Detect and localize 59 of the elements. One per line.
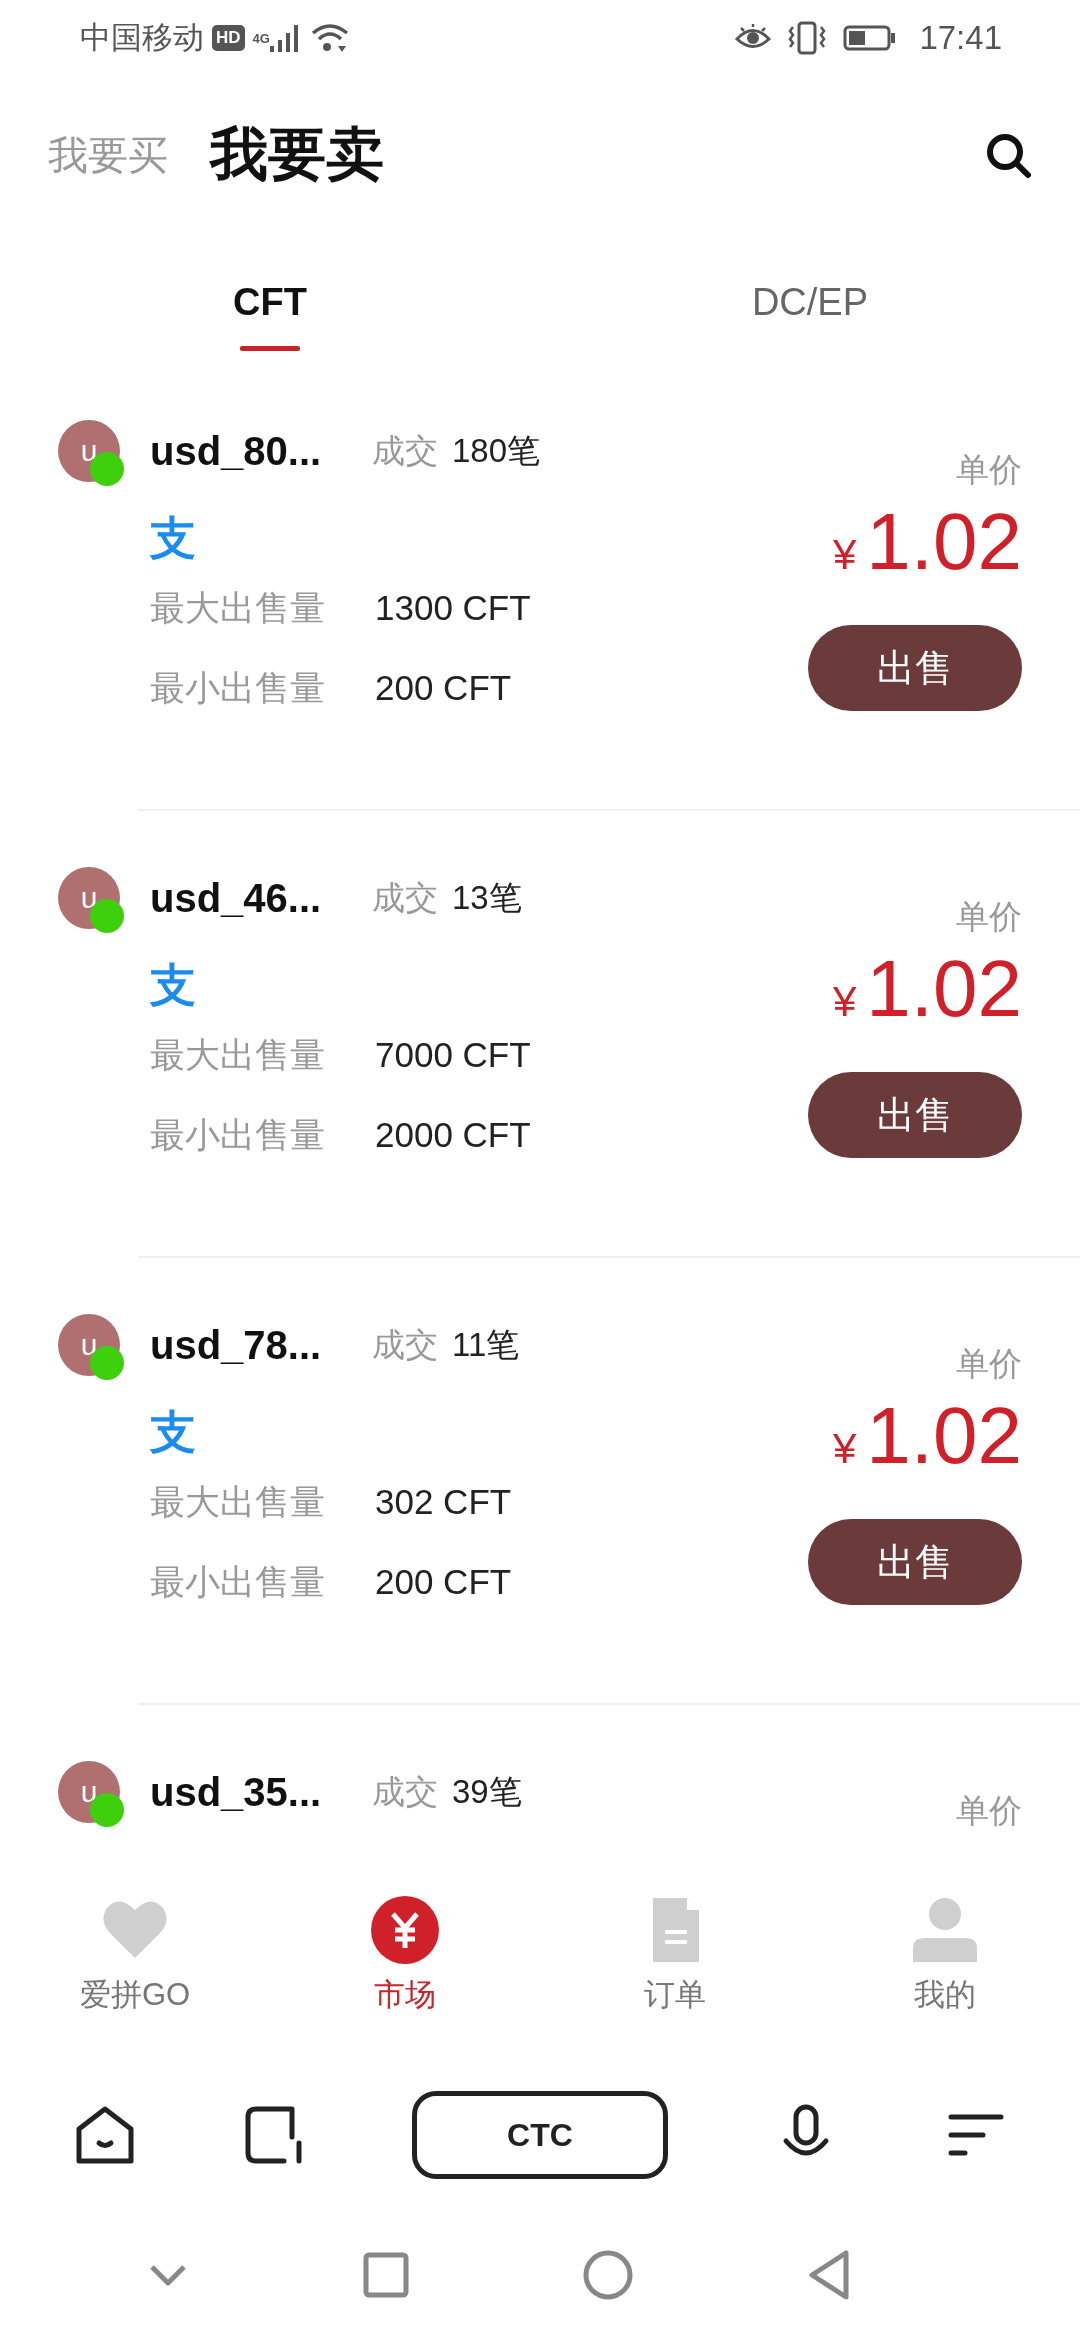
price-label: 单价: [956, 1344, 1022, 1384]
limit-value: 200 CFT: [375, 668, 512, 708]
coin-tab[interactable]: DC/EP: [751, 235, 869, 358]
yen-icon: [369, 1894, 441, 1966]
nav-tab[interactable]: 我的: [810, 1860, 1080, 2060]
carrier-name: 中国移动: [80, 18, 204, 57]
mode-tab[interactable]: 我要卖: [210, 116, 384, 194]
limit-label: 最大出售量: [150, 586, 326, 629]
sell-button[interactable]: 出售: [808, 1519, 1022, 1605]
price-label: 单价: [956, 450, 1022, 490]
currency-sign: ¥: [832, 1425, 857, 1473]
trades-label: 成交: [372, 1324, 438, 1365]
user-name: usd_46...: [150, 875, 323, 921]
trades-label: 成交: [372, 1771, 438, 1812]
limit-label: 最小出售量: [150, 1113, 326, 1156]
price-label: 单价: [956, 897, 1022, 937]
user-name: usd_78...: [150, 1322, 323, 1368]
trades-count: 13笔: [452, 877, 522, 918]
trades-label: 成交: [372, 877, 438, 918]
trades-count: 180笔: [452, 430, 541, 471]
limit-value: 7000 CFT: [375, 1035, 531, 1075]
currency-sign: ¥: [832, 978, 857, 1026]
trades-label: 成交: [372, 430, 438, 471]
network-type: 4G: [252, 30, 270, 46]
limit-label: 最小出售量: [150, 1560, 326, 1603]
limit-label: 最大出售量: [150, 1033, 326, 1076]
payment-icon: 支: [150, 1402, 196, 1462]
sell-button[interactable]: 出售: [808, 1072, 1022, 1158]
recents-icon[interactable]: [362, 2251, 410, 2299]
tab-underline: [240, 346, 300, 351]
limit-label: 最大出售量: [150, 1480, 326, 1523]
coin-tab[interactable]: CFT: [233, 235, 307, 358]
limit-label: 最小出售量: [150, 666, 326, 709]
unit-price: 1.02: [866, 1391, 1022, 1481]
ctc-button[interactable]: CTC: [412, 2091, 668, 2179]
battery-icon: [843, 23, 898, 52]
limit-value: 1300 CFT: [375, 588, 531, 628]
nav-tab[interactable]: 市场: [270, 1860, 540, 2060]
trades-count: 11笔: [452, 1324, 520, 1365]
wifi-icon: [309, 21, 350, 54]
user-name: usd_35...: [150, 1769, 323, 1815]
payment-icon: 支: [150, 955, 196, 1015]
trades-count: 39笔: [452, 1771, 522, 1812]
limit-value: 302 CFT: [375, 1482, 512, 1522]
clock-time: 17:41: [919, 18, 1002, 57]
unit-price: 1.02: [866, 944, 1022, 1034]
search-icon[interactable]: [984, 131, 1032, 179]
limit-value: 200 CFT: [375, 1562, 512, 1602]
payment-icon: 支: [150, 508, 196, 568]
hd-badge: HD: [212, 24, 245, 51]
limit-value: 2000 CFT: [375, 1115, 531, 1155]
price-label: 单价: [956, 1791, 1022, 1831]
user-name: usd_80...: [150, 428, 323, 474]
nav-tab[interactable]: 订单: [540, 1860, 810, 2060]
nav-tab[interactable]: 爱拼GO: [0, 1860, 270, 2060]
sell-button[interactable]: 出售: [808, 625, 1022, 711]
currency-sign: ¥: [832, 531, 857, 579]
unit-price: 1.02: [866, 497, 1022, 587]
vibrate-icon: [787, 20, 828, 55]
